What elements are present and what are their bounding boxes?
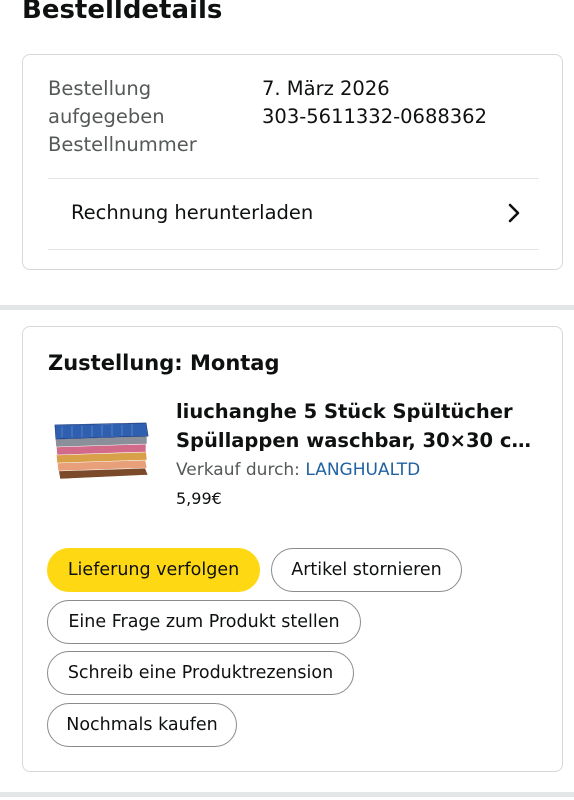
divider xyxy=(48,249,539,250)
page-title: Bestelldetails xyxy=(22,0,223,25)
section-separator xyxy=(0,305,574,310)
write-review-button[interactable]: Schreib eine Produktrezension xyxy=(47,651,354,695)
buy-again-button[interactable]: Nochmals kaufen xyxy=(47,703,237,747)
order-info: Bestellung aufgegeben Bestellnummer 7. M… xyxy=(48,75,528,159)
product-title-line: liuchanghe 5 Stück Spültücher xyxy=(176,400,513,423)
order-number-label: Bestellnummer xyxy=(48,133,197,156)
order-date: 7. März 2026 xyxy=(262,77,390,100)
order-summary-card: Bestellung aufgegeben Bestellnummer 7. M… xyxy=(22,54,563,270)
download-invoice-label: Rechnung herunterladen xyxy=(71,201,314,224)
seller-link[interactable]: LANGHUALTD xyxy=(305,460,420,480)
track-package-button[interactable]: Lieferung verfolgen xyxy=(47,548,260,592)
product-title-link[interactable]: liuchanghe 5 Stück Spültücher Spüllappen… xyxy=(176,397,536,455)
cancel-item-button[interactable]: Artikel stornieren xyxy=(271,548,462,592)
order-labels: Bestellung aufgegeben Bestellnummer xyxy=(48,75,248,159)
delivery-heading: Zustellung: Montag xyxy=(48,351,280,375)
seller-line: Verkauf durch: LANGHUALTD xyxy=(176,457,420,483)
order-placed-label: Bestellung xyxy=(48,77,152,100)
download-invoice-row[interactable]: Rechnung herunterladen xyxy=(48,179,539,249)
ask-product-question-button[interactable]: Eine Frage zum Produkt stellen xyxy=(47,600,361,644)
section-separator xyxy=(0,792,574,797)
order-number: 303-5611332-0688362 xyxy=(262,105,487,128)
chevron-right-icon xyxy=(508,203,520,223)
shipment-card: Zustellung: Montag liuchanghe 5 Stück Sp… xyxy=(22,326,563,772)
seller-prefix: Verkauf durch: xyxy=(176,460,306,480)
order-placed-label-cont: aufgegeben xyxy=(48,105,165,128)
order-values: 7. März 2026 303-5611332-0688362 xyxy=(262,75,552,131)
product-image[interactable] xyxy=(52,413,152,485)
product-title-line: Spüllappen waschbar, 30×30 c… xyxy=(176,429,531,452)
product-price: 5,99€ xyxy=(176,489,222,508)
